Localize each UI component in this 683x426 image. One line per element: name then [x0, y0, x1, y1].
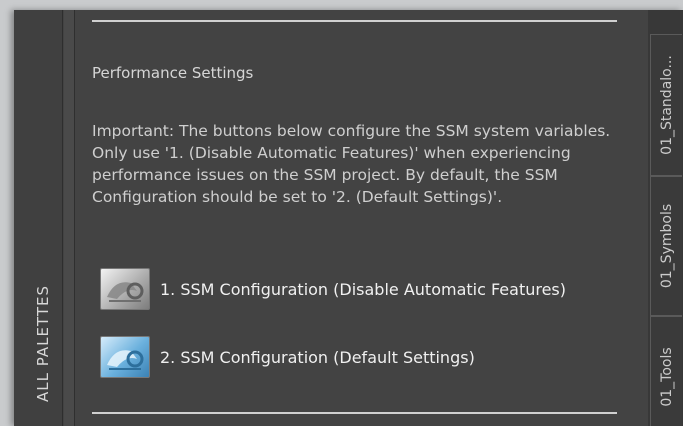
tab-label: 01_Standalo...	[658, 55, 675, 155]
top-separator	[92, 20, 617, 22]
palette-tab-strip: 01_Standalo... 01_Symbols 01_Tools	[648, 10, 683, 426]
ssm-config-gray-icon	[100, 268, 150, 310]
ssm-config-default-label: 2. SSM Configuration (Default Settings)	[160, 347, 475, 367]
tab-01-symbols[interactable]: 01_Symbols	[650, 176, 682, 316]
ssm-config-disable-button[interactable]: 1. SSM Configuration (Disable Automatic …	[100, 268, 566, 310]
ssm-config-disable-label: 1. SSM Configuration (Disable Automatic …	[160, 279, 567, 299]
tab-01-tools[interactable]: 01_Tools	[650, 316, 682, 426]
ssm-config-blue-icon	[100, 336, 150, 378]
tool-palette-window: ALL PALETTES Performance Settings Import…	[14, 10, 683, 426]
section-title: Performance Settings	[92, 64, 254, 82]
important-note: Important: The buttons below configure t…	[92, 122, 611, 206]
palette-title-label: ALL PALETTES	[34, 285, 52, 402]
bottom-separator	[92, 412, 617, 414]
tab-label: 01_Symbols	[658, 203, 675, 289]
tab-01-standalone[interactable]: 01_Standalo...	[650, 34, 682, 176]
palette-title-bar[interactable]: ALL PALETTES	[14, 10, 63, 426]
palette-grip-bar[interactable]	[64, 10, 75, 426]
tab-label: 01_Tools	[658, 347, 675, 407]
palette-content: Performance Settings Important: The butt…	[76, 10, 648, 426]
ssm-config-default-button[interactable]: 2. SSM Configuration (Default Settings)	[100, 336, 475, 378]
